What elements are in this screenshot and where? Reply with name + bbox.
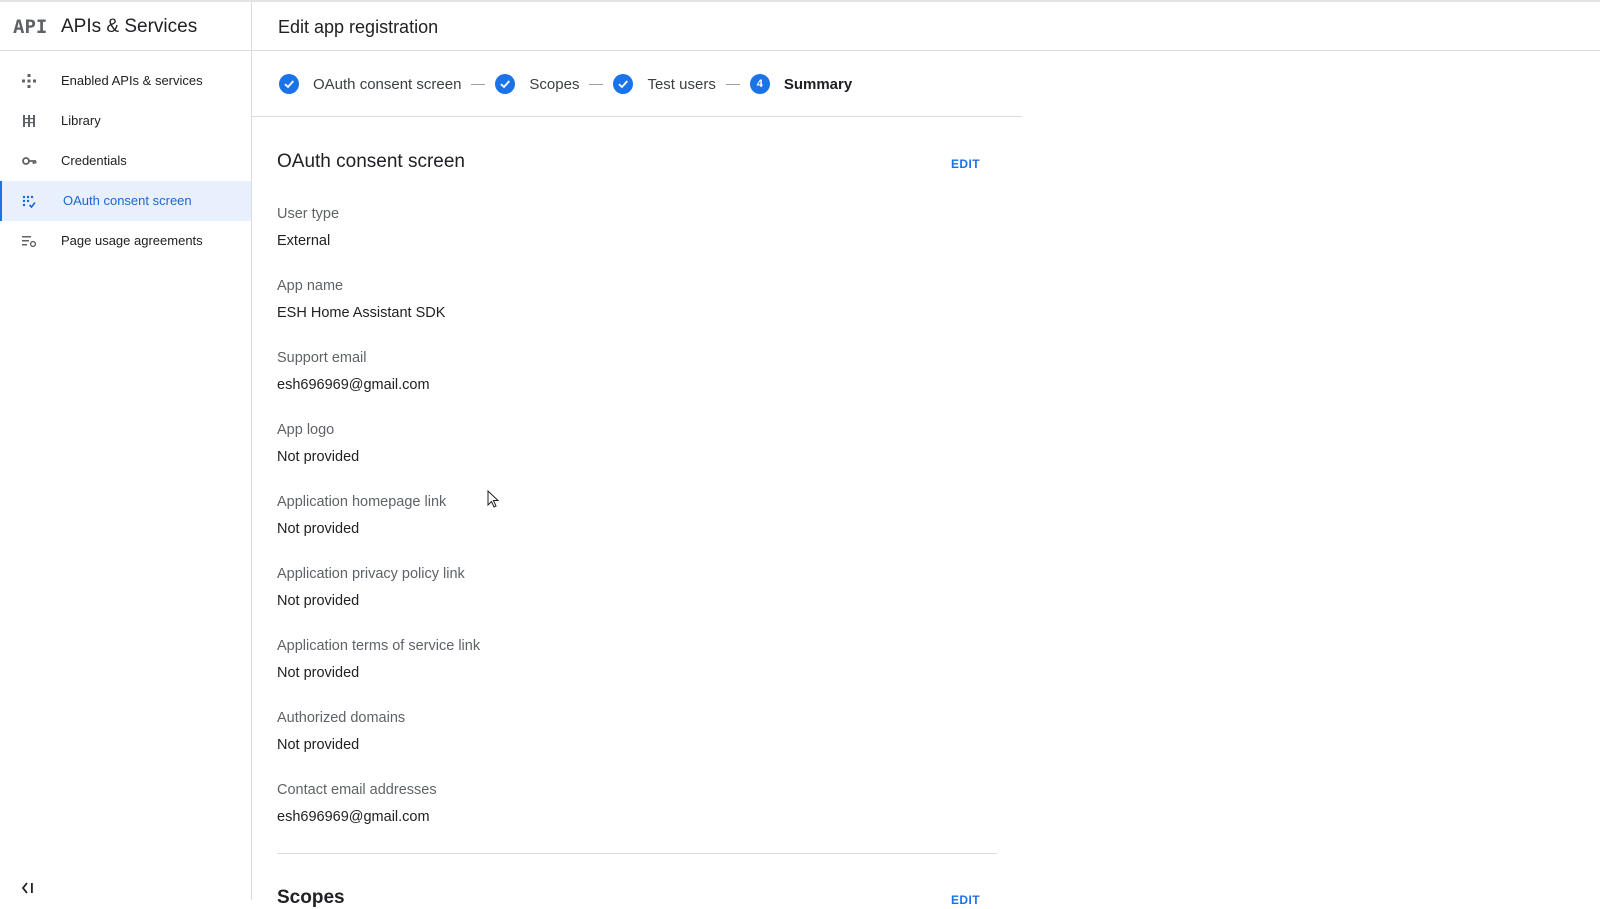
field-app-logo: App logo Not provided <box>277 422 359 465</box>
field-homepage-link: Application homepage link Not provided <box>277 494 446 537</box>
field-label: Support email <box>277 350 367 366</box>
field-value: esh696969@gmail.com <box>277 377 430 393</box>
mouse-cursor-icon <box>487 490 500 508</box>
page-title: Edit app registration <box>278 17 439 37</box>
field-value: Not provided <box>277 737 360 753</box>
step-separator <box>725 83 740 85</box>
field-label: Authorized domains <box>277 710 406 726</box>
sidebar-item-label: Enabled APIs & services <box>61 73 203 88</box>
consent-screen-icon <box>22 195 36 209</box>
settings-list-icon <box>22 236 37 248</box>
step-scopes[interactable]: Scopes <box>495 74 579 94</box>
sidebar-item-enabled-apis[interactable]: Enabled APIs & services <box>0 61 251 101</box>
field-value: esh696969@gmail.com <box>277 809 430 825</box>
field-user-type: User type External <box>277 206 339 249</box>
field-label: App name <box>277 278 344 294</box>
brand: API APIs & Services <box>0 2 252 51</box>
library-icon <box>23 115 35 127</box>
sidebar-item-label: OAuth consent screen <box>63 193 192 208</box>
step-summary[interactable]: 4 Summary <box>749 74 853 94</box>
sidebar-item-library[interactable]: Library <box>0 101 251 141</box>
key-icon <box>22 157 37 165</box>
step-oauth-consent[interactable]: OAuth consent screen <box>279 74 461 94</box>
collapse-sidebar-icon[interactable] <box>20 882 36 894</box>
check-icon <box>495 74 516 94</box>
edit-scopes-button[interactable]: EDIT <box>951 893 980 907</box>
field-contact-email: Contact email addresses esh696969@gmail.… <box>277 782 437 825</box>
sidebar-item-label: Library <box>61 113 101 128</box>
field-label: Application homepage link <box>277 494 447 510</box>
field-value: Not provided <box>277 449 360 465</box>
section-title-scopes: Scopes <box>277 887 345 908</box>
field-value: External <box>277 233 331 249</box>
field-value: ESH Home Assistant SDK <box>277 305 446 321</box>
sidebar-item-oauth-consent[interactable]: OAuth consent screen <box>0 181 251 221</box>
sidebar-item-label: Page usage agreements <box>61 233 203 248</box>
step-separator <box>471 83 486 85</box>
check-icon <box>613 74 634 94</box>
section-title: OAuth consent screen <box>277 151 465 172</box>
stepper: OAuth consent screen Scopes Test users 4… <box>279 72 852 96</box>
field-label: Application privacy policy link <box>277 566 465 582</box>
field-value: Not provided <box>277 665 360 681</box>
sidebar-item-page-usage[interactable]: Page usage agreements <box>0 221 251 261</box>
field-app-name: App name ESH Home Assistant SDK <box>277 278 445 321</box>
app-title: APIs & Services <box>61 16 198 37</box>
field-support-email: Support email esh696969@gmail.com <box>277 350 430 393</box>
field-label: User type <box>277 206 340 222</box>
check-icon <box>279 74 299 94</box>
step-number-badge: 4 <box>749 74 770 94</box>
field-label: App logo <box>277 422 335 438</box>
field-label: Application terms of service link <box>277 638 481 654</box>
step-label: Summary <box>783 75 853 93</box>
step-label: Scopes <box>529 75 580 93</box>
divider <box>252 116 1022 117</box>
step-label: OAuth consent screen <box>313 75 462 93</box>
field-value: Not provided <box>277 593 360 609</box>
enabled-apis-icon <box>22 74 36 88</box>
step-test-users[interactable]: Test users <box>613 74 716 94</box>
sidebar-nav: Enabled APIs & services Library Credenti… <box>0 61 251 261</box>
field-privacy-policy-link: Application privacy policy link Not prov… <box>277 566 465 609</box>
sidebar: API APIs & Services Enabled APIs & servi… <box>0 2 252 900</box>
edit-button[interactable]: EDIT <box>951 157 980 171</box>
field-terms-link: Application terms of service link Not pr… <box>277 638 480 681</box>
sidebar-item-credentials[interactable]: Credentials <box>0 141 251 181</box>
field-label: Contact email addresses <box>277 782 437 798</box>
field-authorized-domains: Authorized domains Not provided <box>277 710 405 753</box>
step-label: Test users <box>647 75 716 93</box>
step-separator <box>589 83 604 85</box>
page-header: Edit app registration <box>252 2 1600 51</box>
field-value: Not provided <box>277 521 360 537</box>
api-logo: API <box>13 16 48 38</box>
sidebar-item-label: Credentials <box>61 153 127 168</box>
divider <box>277 853 997 854</box>
